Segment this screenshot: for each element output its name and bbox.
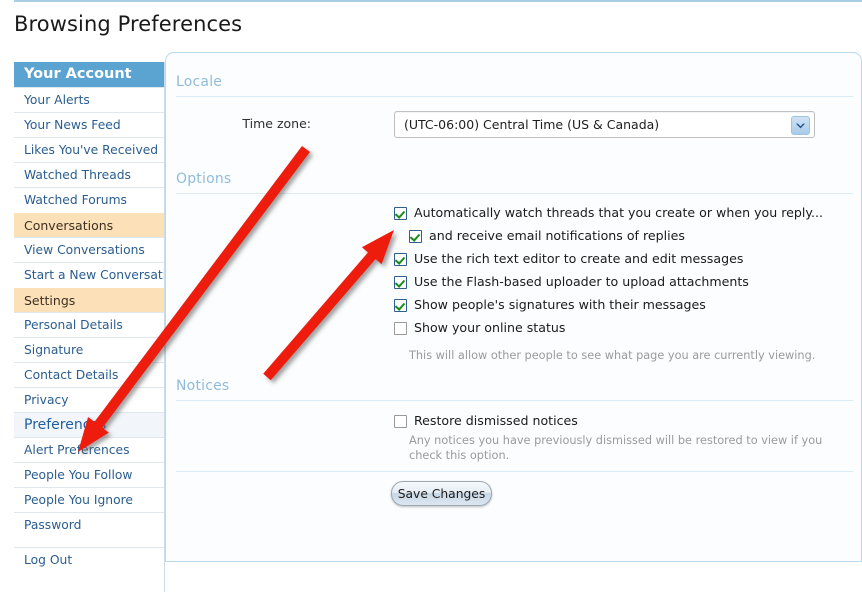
checkbox-label-automatically-watch-threads-that-you-creat: Automatically watch threads that you cre… <box>414 205 824 220</box>
sidebar-item-view-conversations[interactable]: View Conversations <box>14 237 164 262</box>
checkbox-label-and-receive-email-notifications-of-replies: and receive email notifications of repli… <box>429 228 685 243</box>
top-divider <box>14 0 862 2</box>
notices-hint: Any notices you have previously dismisse… <box>409 433 829 463</box>
sidebar-item-password[interactable]: Password <box>14 512 164 537</box>
sidebar-item-your-news-feed[interactable]: Your News Feed <box>14 112 164 137</box>
sidebar-item-start-a-new-conversation[interactable]: Start a New Conversation <box>14 262 181 287</box>
sidebar-item-privacy[interactable]: Privacy <box>14 387 164 412</box>
sidebar-item-signature[interactable]: Signature <box>14 337 164 362</box>
section-rule-locale <box>176 96 853 97</box>
option-row-show-people-s-signatures-with-their-messag[interactable]: Show people's signatures with their mess… <box>394 297 706 313</box>
browsing-preferences-page: Browsing Preferences Your Account Your Al… <box>0 0 862 592</box>
section-heading-notices: Notices <box>176 378 230 394</box>
section-rule-footer <box>176 471 853 472</box>
checkbox-label-show-people-s-signatures-with-their-messag: Show people's signatures with their mess… <box>414 297 706 312</box>
section-rule-notices <box>176 400 853 401</box>
notices-checkbox-row[interactable]: Restore dismissed notices <box>394 413 578 429</box>
online-status-hint: This will allow other people to see what… <box>409 349 816 362</box>
restore-dismissed-notices-checkbox[interactable] <box>394 415 407 428</box>
sidebar-item-alert-preferences[interactable]: Alert Preferences <box>14 437 164 462</box>
restore-dismissed-notices-label: Restore dismissed notices <box>414 413 578 428</box>
timezone-selected-value: (UTC-06:00) Central Time (US & Canada) <box>404 117 660 132</box>
sidebar-item-preferences[interactable]: Preferences <box>14 412 164 437</box>
sidebar-item-people-you-follow[interactable]: People You Follow <box>14 462 164 487</box>
sidebar-group-header-conversations: Conversations <box>14 212 164 237</box>
option-row-automatically-watch-threads-that-you-creat[interactable]: Automatically watch threads that you cre… <box>394 205 823 221</box>
checkbox-label-show-your-online-status: Show your online status <box>414 320 566 335</box>
chevron-down-icon[interactable] <box>791 116 810 135</box>
sidebar-gap <box>14 537 164 547</box>
timezone-select[interactable]: (UTC-06:00) Central Time (US & Canada) <box>394 111 815 138</box>
checkbox-and-receive-email-notifications-of-replies[interactable] <box>409 230 422 243</box>
section-heading-options: Options <box>176 171 232 187</box>
sidebar-item-watched-threads[interactable]: Watched Threads <box>14 162 164 187</box>
sidebar-item-log-out[interactable]: Log Out <box>14 547 164 572</box>
preferences-panel: Locale Time zone: (UTC-06:00) Central Ti… <box>165 52 862 562</box>
checkbox-label-use-the-rich-text-editor-to-create-and-edi: Use the rich text editor to create and e… <box>414 251 744 266</box>
timezone-label: Time zone: <box>242 116 311 131</box>
sidebar-group-header-your-account: Your Account <box>14 62 164 87</box>
checkbox-use-the-rich-text-editor-to-create-and-edi[interactable] <box>394 253 407 266</box>
section-rule-options <box>176 193 853 194</box>
notices-hint-line2: this option. <box>445 449 510 462</box>
sidebar-item-personal-details[interactable]: Personal Details <box>14 312 164 337</box>
checkbox-use-the-flash-based-uploader-to-upload-att[interactable] <box>394 276 407 289</box>
option-row-and-receive-email-notifications-of-replies[interactable]: and receive email notifications of repli… <box>409 228 685 244</box>
sidebar-item-watched-forums[interactable]: Watched Forums <box>14 187 164 212</box>
sidebar-group-header-settings: Settings <box>14 287 164 312</box>
sidebar-item-contact-details[interactable]: Contact Details <box>14 362 164 387</box>
section-heading-locale: Locale <box>176 74 223 90</box>
page-title: Browsing Preferences <box>14 12 243 36</box>
sidebar-item-your-alerts[interactable]: Your Alerts <box>14 87 164 112</box>
option-row-use-the-rich-text-editor-to-create-and-edi[interactable]: Use the rich text editor to create and e… <box>394 251 743 267</box>
option-row-use-the-flash-based-uploader-to-upload-att[interactable]: Use the Flash-based uploader to upload a… <box>394 274 749 290</box>
checkbox-show-people-s-signatures-with-their-messag[interactable] <box>394 299 407 312</box>
option-row-show-your-online-status[interactable]: Show your online status <box>394 320 565 336</box>
checkbox-automatically-watch-threads-that-you-creat[interactable] <box>394 207 407 220</box>
save-changes-button[interactable]: Save Changes <box>391 481 492 506</box>
sidebar-item-people-you-ignore[interactable]: People You Ignore <box>14 487 164 512</box>
sidebar-item-likes-you-ve-received[interactable]: Likes You've Received <box>14 137 164 162</box>
checkbox-show-your-online-status[interactable] <box>394 322 407 335</box>
sidebar-nav: Your Account Your Alerts Your News Feed Lik… <box>14 62 181 572</box>
checkbox-label-use-the-flash-based-uploader-to-upload-att: Use the Flash-based uploader to upload a… <box>414 274 749 289</box>
